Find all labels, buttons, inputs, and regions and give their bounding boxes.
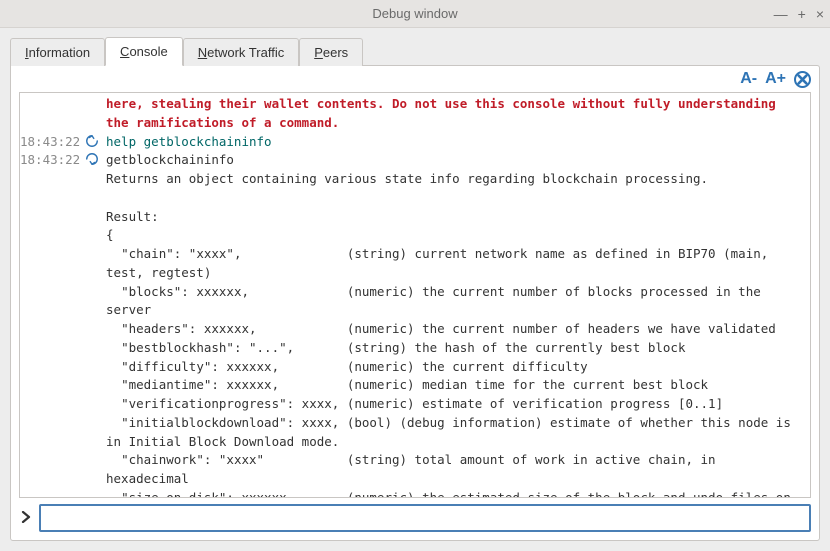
minimize-icon[interactable]: — [774,7,788,21]
prompt-icon [19,510,33,527]
window-title: Debug window [0,6,830,21]
console-toolbar: A- A+ [11,66,819,92]
console-input-row [19,504,811,532]
debug-window: Debug window — + × Information Console N… [0,0,830,551]
tab-peers[interactable]: Peers [299,38,363,66]
console-row: 18:43:22 help getblockchaininfo [20,133,804,152]
reply-text: getblockchaininfo Returns an object cont… [106,151,804,498]
console-pane: A- A+ here, stealing their wallet conten… [10,65,820,541]
titlebar: Debug window — + × [0,0,830,28]
console-input[interactable] [39,504,811,532]
tabbar: Information Console Network Traffic Peer… [0,28,830,65]
warning-text: here, stealing their wallet contents. Do… [106,95,804,133]
console-output[interactable]: here, stealing their wallet contents. Do… [19,92,811,498]
no-icon [78,95,106,96]
command-text: help getblockchaininfo [106,133,804,152]
tab-network-traffic[interactable]: Network Traffic [183,38,299,66]
timestamp: 18:43:22 [20,151,78,170]
reply-received-icon [78,151,106,166]
close-icon[interactable]: × [816,7,824,21]
font-increase-button[interactable]: A+ [765,70,786,88]
tab-console[interactable]: Console [105,37,183,66]
command-sent-icon [78,133,106,148]
font-decrease-button[interactable]: A- [740,70,757,88]
timestamp: 18:43:22 [20,133,78,152]
console-row: 18:43:22 getblockchaininfo Returns an obj… [20,151,804,498]
window-controls: — + × [774,0,824,27]
tab-information[interactable]: Information [10,38,105,66]
console-row: here, stealing their wallet contents. Do… [20,95,804,133]
clear-console-icon[interactable] [794,71,811,88]
maximize-icon[interactable]: + [798,7,806,21]
